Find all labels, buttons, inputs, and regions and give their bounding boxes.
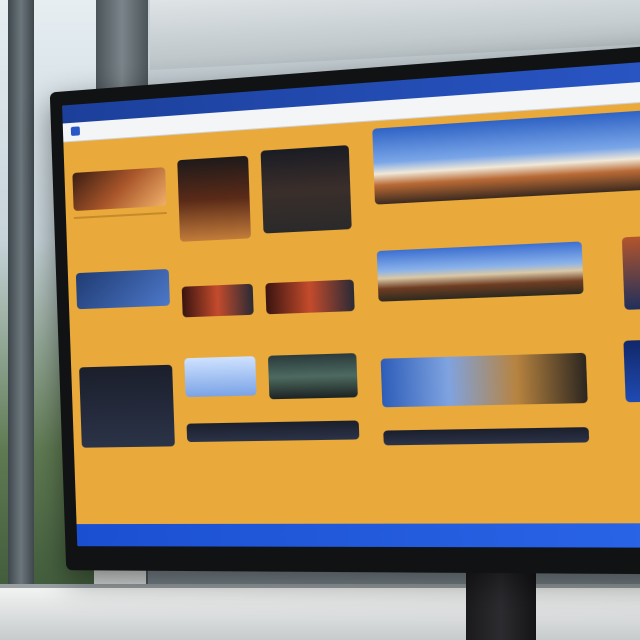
monitor-screen [62, 57, 640, 548]
monitor-stand [466, 565, 536, 640]
desk [0, 588, 640, 640]
side-promo-label [631, 349, 640, 351]
site-icon [70, 126, 81, 136]
side-thumbnail-1[interactable] [621, 232, 640, 310]
bottom-banner[interactable] [76, 523, 640, 548]
video-tile-3[interactable] [181, 283, 254, 318]
video-tile-6[interactable] [267, 353, 358, 400]
video-tile-5[interactable] [184, 356, 257, 398]
window-frame-left [8, 0, 34, 600]
article-image-1[interactable] [376, 241, 584, 302]
video-tile-2[interactable] [260, 145, 352, 234]
thumbnail-1[interactable] [72, 167, 167, 212]
monitor [49, 41, 640, 575]
caption-1 [73, 211, 168, 240]
side-promo[interactable] [623, 337, 640, 403]
article-caption-1 [379, 301, 561, 329]
promo-banner-1-label [82, 282, 163, 285]
video-tile-1[interactable] [177, 155, 251, 242]
article-image-2[interactable] [380, 352, 588, 408]
video-tile-7[interactable] [186, 420, 360, 443]
article-image-3[interactable] [383, 427, 590, 446]
featured-image[interactable] [372, 106, 640, 205]
featured-caption [375, 200, 581, 230]
promo-banner-1[interactable] [75, 268, 170, 310]
promo-banner-2[interactable] [79, 364, 175, 448]
video-tile-4[interactable] [265, 279, 355, 315]
promo-banner-2-label [86, 383, 167, 385]
